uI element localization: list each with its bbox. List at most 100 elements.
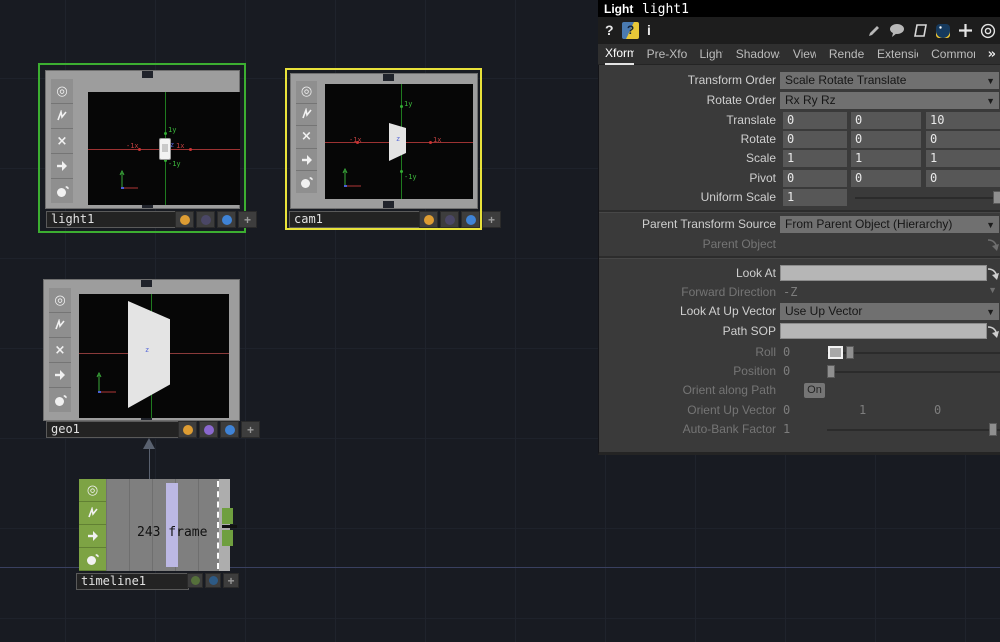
info-button[interactable]: i	[647, 22, 651, 38]
bypass-flag-icon[interactable]	[51, 104, 73, 129]
node-timeline1[interactable]: ◎ 243 frame timeline1 +	[76, 479, 241, 591]
slider-handle[interactable]	[989, 423, 997, 436]
node-cam1[interactable]: ◎ × -1x 1x 1y -1y z	[285, 68, 482, 230]
scale-x-field[interactable]: 1	[783, 150, 847, 167]
bomb-flag-icon[interactable]	[296, 171, 317, 193]
target-icon[interactable]	[980, 23, 996, 39]
bypass-flag-icon[interactable]	[79, 502, 106, 525]
python-help-button[interactable]: ?	[622, 22, 639, 39]
node-color-green[interactable]	[187, 573, 203, 588]
slider-handle[interactable]	[827, 365, 835, 378]
export-flag-icon[interactable]	[79, 525, 106, 548]
bomb-flag-icon[interactable]	[79, 548, 106, 571]
output-connector[interactable]	[222, 530, 233, 546]
tab-view[interactable]: View	[793, 45, 816, 64]
node-picker-arrow-icon[interactable]	[987, 237, 1000, 252]
bomb-flag-icon[interactable]	[51, 179, 73, 203]
node-color-purple[interactable]	[440, 211, 459, 228]
translate-z-field[interactable]: 10	[926, 112, 1000, 129]
node-color-blue[interactable]	[220, 421, 239, 438]
output-connector[interactable]	[383, 201, 394, 208]
rotate-z-field[interactable]: 0	[926, 131, 1000, 148]
tabs-overflow-button[interactable]: »	[988, 47, 996, 62]
viewer-flag-icon[interactable]: ◎	[49, 288, 71, 313]
page-flag-icon[interactable]	[913, 23, 928, 39]
orient-along-path-toggle[interactable]: On	[804, 383, 825, 398]
help-button[interactable]: ?	[605, 22, 614, 38]
node-color-purple[interactable]	[196, 211, 215, 228]
slider-handle-highlighted[interactable]	[828, 346, 843, 359]
node-name-field[interactable]: cam1	[289, 211, 423, 228]
delete-flag-icon[interactable]: ×	[49, 338, 71, 363]
input-connector[interactable]	[383, 74, 394, 81]
rotate-x-field[interactable]: 0	[783, 131, 847, 148]
viewer-flag-icon[interactable]: ◎	[51, 79, 73, 104]
pivot-y-field[interactable]: 0	[851, 170, 921, 187]
output-connector[interactable]	[222, 508, 233, 524]
node-color-orange[interactable]	[419, 211, 438, 228]
tab-shadows[interactable]: Shadows	[736, 45, 780, 64]
delete-flag-icon[interactable]: ×	[296, 126, 317, 149]
translate-y-field[interactable]: 0	[851, 112, 921, 129]
input-connector[interactable]	[141, 280, 152, 287]
tab-pre-xform[interactable]: Pre-Xfor	[647, 45, 687, 64]
operator-name-field[interactable]: light1	[642, 2, 689, 17]
look-at-field[interactable]	[780, 265, 987, 281]
node-color-blue[interactable]	[205, 573, 221, 588]
viewer-flag-icon[interactable]: ◎	[296, 81, 317, 104]
node-picker-arrow-icon[interactable]	[987, 324, 1000, 339]
node-name-field[interactable]: light1	[46, 211, 180, 228]
transform-order-dropdown[interactable]: Scale Rotate Translate ▼	[780, 72, 999, 89]
pivot-z-field[interactable]: 0	[926, 170, 1000, 187]
bypass-flag-icon[interactable]	[296, 104, 317, 127]
node-add-button[interactable]: +	[223, 573, 239, 588]
parent-transform-source-dropdown[interactable]: From Parent Object (Hierarchy) ▼	[780, 216, 999, 233]
tab-render[interactable]: Render	[829, 45, 864, 64]
node-color-orange[interactable]	[178, 421, 197, 438]
slider-handle[interactable]	[846, 346, 854, 359]
python-icon[interactable]	[935, 23, 951, 39]
node-color-blue[interactable]	[217, 211, 236, 228]
look-at-up-vector-dropdown[interactable]: Use Up Vector ▼	[780, 303, 999, 320]
node-wire[interactable]	[149, 448, 150, 480]
translate-x-field[interactable]: 0	[783, 112, 847, 129]
rotate-order-dropdown[interactable]: Rx Ry Rz ▼	[780, 92, 999, 109]
tab-common[interactable]: Common	[931, 45, 974, 64]
edit-pencil-icon[interactable]	[866, 23, 882, 39]
scale-y-field[interactable]: 1	[851, 150, 921, 167]
node-name-field[interactable]: geo1	[46, 421, 181, 438]
node-add-button[interactable]: +	[482, 211, 501, 228]
uniform-scale-field[interactable]: 1	[783, 189, 847, 206]
tab-xform[interactable]: Xform	[605, 44, 634, 65]
tab-light[interactable]: Light	[700, 45, 723, 64]
node-light1[interactable]: ◎ × -1x 1x 1y -1y z	[38, 63, 246, 233]
bypass-flag-icon[interactable]	[49, 313, 71, 338]
scale-z-field[interactable]: 1	[926, 150, 1000, 167]
input-connector[interactable]	[142, 71, 153, 78]
rotate-y-field[interactable]: 0	[851, 131, 921, 148]
export-flag-icon[interactable]	[49, 363, 71, 388]
node-color-purple[interactable]	[199, 421, 218, 438]
tab-extensions[interactable]: Extensio	[877, 45, 918, 64]
comment-bubble-icon[interactable]	[889, 23, 906, 38]
node-add-button[interactable]: +	[241, 421, 260, 438]
viewer-flag-icon[interactable]: ◎	[79, 479, 106, 502]
slider-handle[interactable]	[993, 191, 1000, 204]
position-slider[interactable]	[827, 371, 1000, 373]
node-geo1[interactable]: ◎ × z geo1 +	[41, 277, 238, 439]
uniform-scale-slider[interactable]	[855, 197, 1000, 199]
add-plus-icon[interactable]	[958, 23, 973, 38]
node-add-button[interactable]: +	[238, 211, 257, 228]
export-flag-icon[interactable]	[51, 154, 73, 179]
path-sop-field[interactable]	[780, 323, 987, 339]
export-flag-icon[interactable]	[296, 149, 317, 172]
node-color-blue[interactable]	[461, 211, 480, 228]
axis-label-z: z	[145, 347, 149, 354]
bomb-flag-icon[interactable]	[49, 388, 71, 412]
node-picker-arrow-icon[interactable]	[987, 266, 1000, 281]
node-name-field[interactable]: timeline1	[76, 573, 189, 590]
delete-flag-icon[interactable]: ×	[51, 129, 73, 154]
pivot-x-field[interactable]: 0	[783, 170, 847, 187]
node-color-orange[interactable]	[175, 211, 194, 228]
auto-bank-slider[interactable]	[827, 429, 1000, 431]
